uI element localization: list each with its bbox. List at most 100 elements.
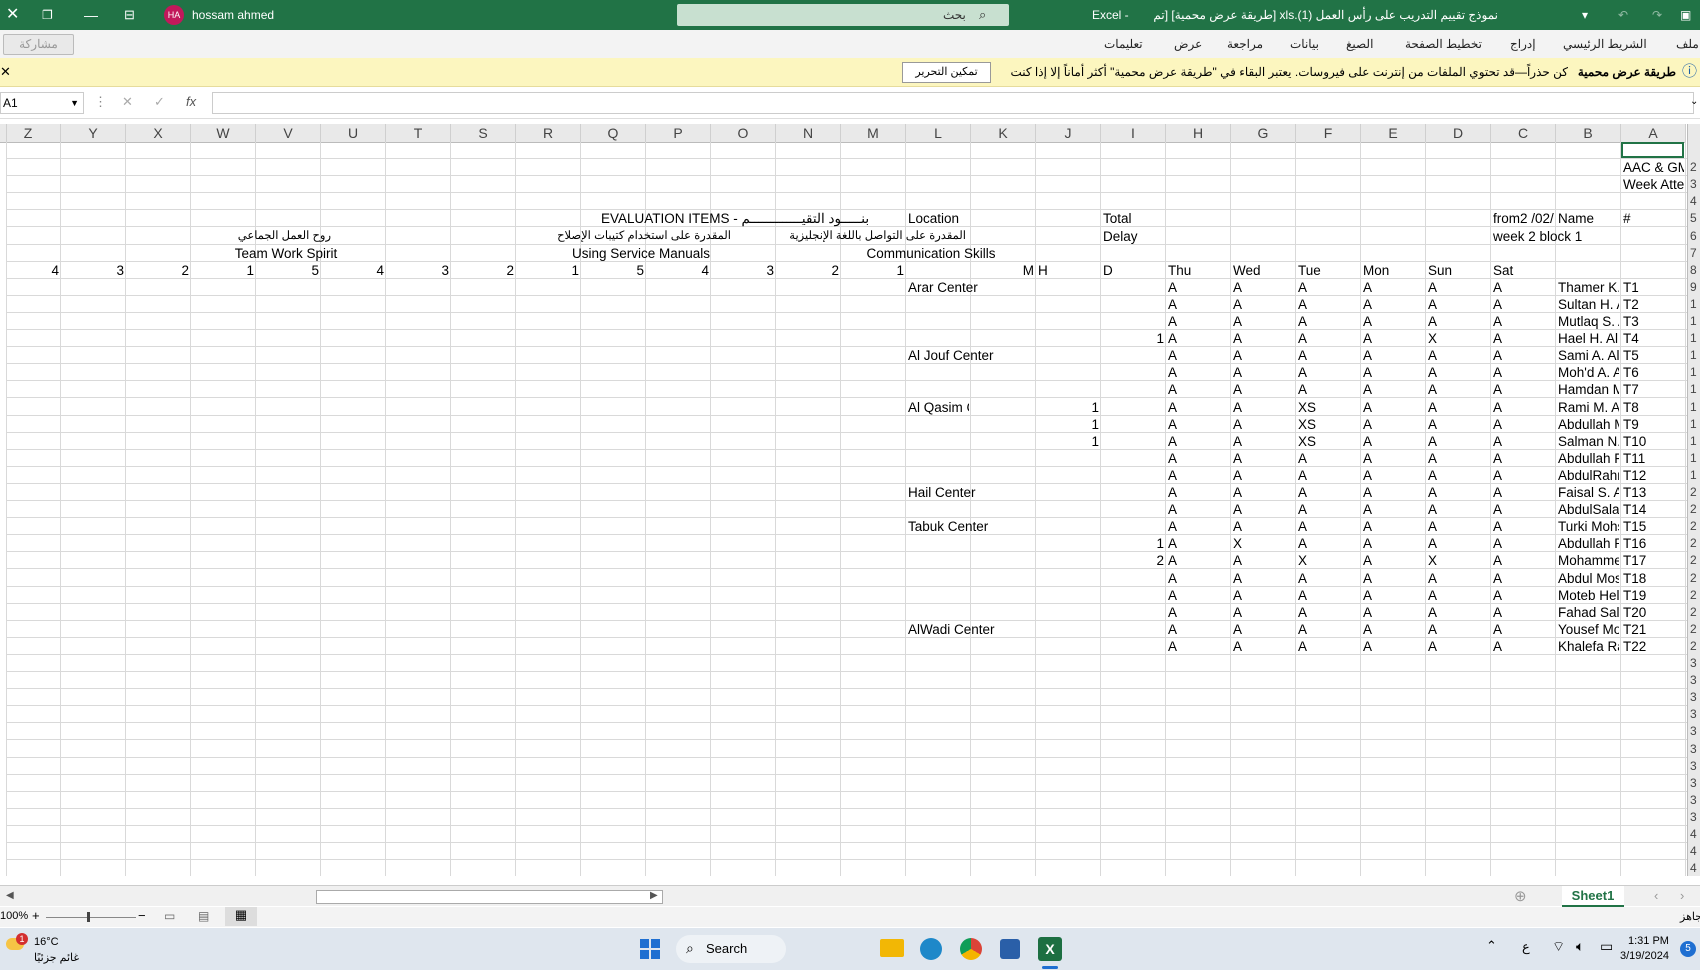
attendance-mon[interactable]: A: [1363, 313, 1424, 330]
trainee-name[interactable]: Moteb Hela: [1558, 587, 1619, 604]
ribbon-display-icon[interactable]: ⊟: [124, 0, 135, 30]
attendance-tue[interactable]: A: [1298, 501, 1359, 518]
attendance-sun[interactable]: A: [1428, 570, 1489, 587]
column-header-h[interactable]: H: [1166, 124, 1231, 143]
trainee-name[interactable]: Sultan H. A: [1558, 296, 1619, 313]
attendance-tue[interactable]: A: [1298, 330, 1359, 347]
attendance-mon[interactable]: A: [1363, 587, 1424, 604]
trainee-number[interactable]: T3: [1623, 313, 1684, 330]
row-number[interactable]: 2: [1690, 518, 1697, 535]
trainee-name[interactable]: Moh'd A. A: [1558, 364, 1619, 381]
header-sun[interactable]: Sun: [1428, 262, 1489, 279]
attendance-mon[interactable]: A: [1363, 399, 1424, 416]
trainee-name[interactable]: Hamdan M: [1558, 381, 1619, 398]
chevron-down-icon[interactable]: ▼: [70, 93, 79, 113]
name-box[interactable]: A1 ▼: [0, 92, 84, 114]
attendance-tue[interactable]: A: [1298, 279, 1359, 296]
row-number[interactable]: 5: [1690, 210, 1697, 227]
attendance-wed[interactable]: A: [1233, 621, 1294, 638]
page-break-view-icon[interactable]: ▭: [164, 909, 175, 923]
attendance-sun[interactable]: A: [1428, 535, 1489, 552]
column-header-f[interactable]: F: [1296, 124, 1361, 143]
header-h[interactable]: H: [1038, 262, 1099, 279]
attendance-wed[interactable]: A: [1233, 552, 1294, 569]
column-header-y[interactable]: Y: [61, 124, 126, 143]
save-icon[interactable]: ▣: [1680, 0, 1691, 30]
column-header-d[interactable]: D: [1426, 124, 1491, 143]
attendance-sun[interactable]: A: [1428, 381, 1489, 398]
column-header-a[interactable]: A: [1621, 124, 1686, 143]
score-number[interactable]: 2: [778, 262, 839, 279]
attendance-tue[interactable]: XS: [1298, 433, 1359, 450]
chrome-icon[interactable]: [960, 938, 982, 960]
attendance-sat[interactable]: A: [1493, 364, 1554, 381]
attendance-sun[interactable]: A: [1428, 587, 1489, 604]
row-number[interactable]: 3: [1690, 775, 1697, 792]
header-thu[interactable]: Thu: [1168, 262, 1229, 279]
cell-l5[interactable]: Location: [908, 210, 969, 227]
delay-hours[interactable]: [1038, 518, 1099, 535]
row-number[interactable]: 3: [1690, 723, 1697, 740]
trainee-number[interactable]: T20: [1623, 604, 1684, 621]
attendance-tue[interactable]: A: [1298, 364, 1359, 381]
undo-icon[interactable]: ↶: [1618, 0, 1628, 30]
attendance-sat[interactable]: A: [1493, 279, 1554, 296]
attendance-thu[interactable]: A: [1168, 552, 1229, 569]
tab-help[interactable]: تعليمات: [1104, 30, 1143, 58]
row-number[interactable]: 7: [1690, 245, 1697, 262]
column-header-s[interactable]: S: [451, 124, 516, 143]
score-number[interactable]: 4: [323, 262, 384, 279]
row-number[interactable]: 1: [1690, 381, 1697, 398]
attendance-sun[interactable]: X: [1428, 552, 1489, 569]
attendance-sun[interactable]: A: [1428, 399, 1489, 416]
attendance-tue[interactable]: A: [1298, 381, 1359, 398]
attendance-thu[interactable]: A: [1168, 330, 1229, 347]
delay-days[interactable]: [1103, 381, 1164, 398]
row-number[interactable]: 1: [1690, 313, 1697, 330]
attendance-tue[interactable]: A: [1298, 313, 1359, 330]
attendance-thu[interactable]: A: [1168, 467, 1229, 484]
attendance-sat[interactable]: A: [1493, 399, 1554, 416]
attendance-thu[interactable]: A: [1168, 518, 1229, 535]
row-number[interactable]: 4: [1690, 193, 1697, 210]
delay-days[interactable]: [1103, 279, 1164, 296]
store-icon[interactable]: [1000, 939, 1020, 959]
trainee-name[interactable]: Mohamme: [1558, 552, 1619, 569]
attendance-wed[interactable]: A: [1233, 381, 1294, 398]
trainee-name[interactable]: Sami A. Al: [1558, 347, 1619, 364]
attendance-wed[interactable]: A: [1233, 399, 1294, 416]
delay-days[interactable]: [1103, 416, 1164, 433]
delay-hours[interactable]: [1038, 621, 1099, 638]
trainee-number[interactable]: T13: [1623, 484, 1684, 501]
row-number[interactable]: 1: [1690, 433, 1697, 450]
attendance-mon[interactable]: A: [1363, 279, 1424, 296]
trainee-number[interactable]: T6: [1623, 364, 1684, 381]
temperature[interactable]: 16°C: [34, 936, 59, 948]
weather-text[interactable]: غائم جزئيًا: [34, 951, 79, 964]
attendance-sun[interactable]: A: [1428, 296, 1489, 313]
attendance-thu[interactable]: A: [1168, 587, 1229, 604]
row-number[interactable]: 2: [1690, 638, 1697, 655]
attendance-sun[interactable]: A: [1428, 450, 1489, 467]
attendance-sat[interactable]: A: [1493, 638, 1554, 655]
delay-hours[interactable]: [1038, 638, 1099, 655]
row-number[interactable]: 2: [1690, 621, 1697, 638]
scroll-right-icon[interactable]: ▶: [650, 890, 658, 901]
attendance-sat[interactable]: A: [1493, 416, 1554, 433]
attendance-thu[interactable]: A: [1168, 313, 1229, 330]
row-number[interactable]: 1: [1690, 330, 1697, 347]
trainee-number[interactable]: T10: [1623, 433, 1684, 450]
trainee-name[interactable]: Mutlaq S. A: [1558, 313, 1619, 330]
trainee-name[interactable]: Khalefa Ra: [1558, 638, 1619, 655]
delay-days[interactable]: [1103, 399, 1164, 416]
attendance-sat[interactable]: A: [1493, 535, 1554, 552]
attendance-thu[interactable]: A: [1168, 501, 1229, 518]
trainee-number[interactable]: T19: [1623, 587, 1684, 604]
delay-days[interactable]: [1103, 638, 1164, 655]
row-number[interactable]: 2: [1690, 535, 1697, 552]
header-tue[interactable]: Tue: [1298, 262, 1359, 279]
next-sheet-icon[interactable]: ›: [1680, 888, 1684, 903]
delay-hours[interactable]: 1: [1038, 399, 1099, 416]
attendance-mon[interactable]: A: [1363, 364, 1424, 381]
delay-days[interactable]: [1103, 587, 1164, 604]
